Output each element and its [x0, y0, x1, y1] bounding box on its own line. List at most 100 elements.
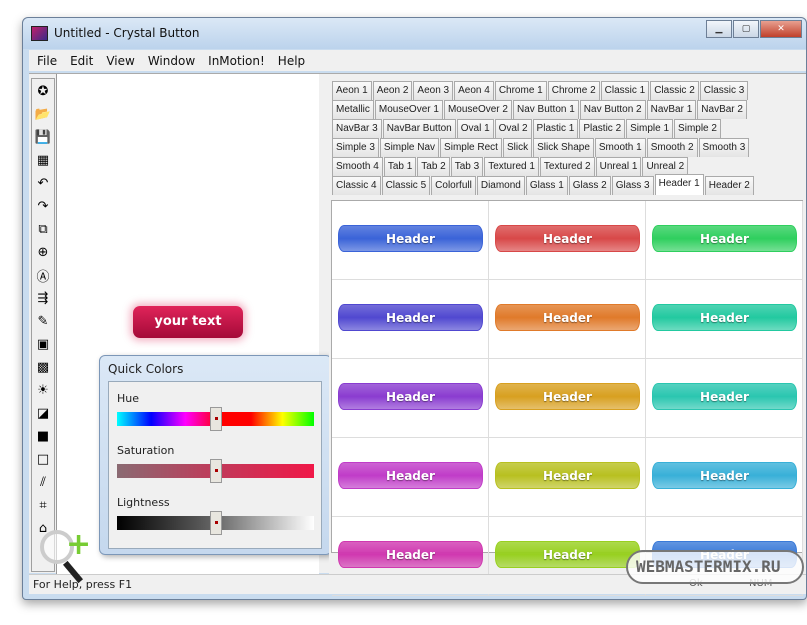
- hue-slider[interactable]: [117, 407, 314, 431]
- tab-tab-1[interactable]: Tab 1: [383, 157, 417, 176]
- preset-cell[interactable]: Header: [646, 359, 803, 438]
- preset-cell[interactable]: Header: [646, 438, 803, 517]
- preset-cell[interactable]: Header: [489, 359, 646, 438]
- eraser-icon[interactable]: ◪: [33, 403, 53, 423]
- tab-oval-1[interactable]: Oval 1: [456, 119, 494, 138]
- tab-colorfull[interactable]: Colorfull: [431, 176, 476, 195]
- tab-slick-shape[interactable]: Slick Shape: [533, 138, 594, 157]
- tab-classic-2[interactable]: Classic 2: [650, 81, 699, 100]
- tab-slick[interactable]: Slick: [502, 138, 533, 157]
- preset-cell[interactable]: Header: [646, 280, 803, 359]
- open-icon[interactable]: 📂: [33, 104, 53, 124]
- image-icon[interactable]: ▣: [33, 334, 53, 354]
- tab-aeon-2[interactable]: Aeon 2: [372, 81, 413, 100]
- hue-slider-thumb[interactable]: [209, 407, 222, 431]
- tab-diamond[interactable]: Diamond: [476, 176, 525, 195]
- tab-classic-3[interactable]: Classic 3: [699, 81, 749, 100]
- menu-inmotion[interactable]: InMotion!: [208, 54, 265, 68]
- new-icon[interactable]: ✪: [33, 81, 53, 101]
- tab-nav-button-2[interactable]: Nav Button 2: [579, 100, 646, 119]
- tab-classic-5[interactable]: Classic 5: [381, 176, 431, 195]
- tab-metallic[interactable]: Metallic: [332, 100, 374, 119]
- shape-icon[interactable]: ■: [33, 426, 53, 446]
- tab-textured-1[interactable]: Textured 1: [484, 157, 539, 176]
- redo-icon[interactable]: ↷: [33, 196, 53, 216]
- tab-simple-3[interactable]: Simple 3: [332, 138, 379, 157]
- header-preset-button[interactable]: Header: [652, 383, 797, 410]
- header-preset-button[interactable]: Header: [652, 225, 797, 252]
- tab-aeon-1[interactable]: Aeon 1: [332, 81, 372, 100]
- tab-nav-button-1[interactable]: Nav Button 1: [512, 100, 579, 119]
- preset-cell[interactable]: Header: [332, 201, 489, 280]
- tab-unreal-1[interactable]: Unreal 1: [595, 157, 642, 176]
- header-preset-button[interactable]: Header: [495, 462, 640, 489]
- texture-icon[interactable]: ▩: [33, 357, 53, 377]
- tab-tab-2[interactable]: Tab 2: [417, 157, 450, 176]
- tab-plastic-2[interactable]: Plastic 2: [579, 119, 626, 138]
- undo-icon[interactable]: ↶: [33, 173, 53, 193]
- tab-navbar-3[interactable]: NavBar 3: [332, 119, 382, 138]
- header-preset-button[interactable]: Header: [338, 225, 483, 252]
- tab-classic-4[interactable]: Classic 4: [332, 176, 381, 195]
- tab-simple-nav[interactable]: Simple Nav: [379, 138, 440, 157]
- close-button[interactable]: ✕: [760, 20, 802, 38]
- tab-mouseover-2[interactable]: MouseOver 2: [443, 100, 512, 119]
- tab-mouseover-1[interactable]: MouseOver 1: [374, 100, 443, 119]
- saturation-slider-thumb[interactable]: [209, 459, 222, 483]
- tab-simple-rect[interactable]: Simple Rect: [440, 138, 502, 157]
- preview-button[interactable]: your text: [133, 306, 243, 338]
- header-preset-button[interactable]: Header: [338, 304, 483, 331]
- pencil-icon[interactable]: ✎: [33, 311, 53, 331]
- tab-navbar-2[interactable]: NavBar 2: [697, 100, 747, 119]
- preset-cell[interactable]: Header: [489, 280, 646, 359]
- menu-view[interactable]: View: [106, 54, 134, 68]
- preview-icon[interactable]: ⇶: [33, 288, 53, 308]
- crop-icon[interactable]: ⌗: [33, 495, 53, 515]
- tab-smooth-3[interactable]: Smooth 3: [698, 138, 750, 157]
- preset-cell[interactable]: Header: [332, 438, 489, 517]
- tab-simple-2[interactable]: Simple 2: [674, 119, 721, 138]
- preset-cell[interactable]: Header: [489, 438, 646, 517]
- tab-header-1[interactable]: Header 1: [654, 174, 704, 195]
- menu-help[interactable]: Help: [278, 54, 305, 68]
- header-preset-button[interactable]: Header: [338, 462, 483, 489]
- saturation-slider[interactable]: [117, 459, 314, 483]
- tab-header-2[interactable]: Header 2: [704, 176, 754, 195]
- maximize-button[interactable]: ▢: [733, 20, 759, 38]
- light-icon[interactable]: ☀: [33, 380, 53, 400]
- minimize-button[interactable]: ▁: [706, 20, 732, 38]
- tab-tab-3[interactable]: Tab 3: [450, 157, 484, 176]
- preset-cell[interactable]: Header: [332, 359, 489, 438]
- tab-navbar-1[interactable]: NavBar 1: [646, 100, 697, 119]
- export-icon[interactable]: ▦: [33, 150, 53, 170]
- chart-icon[interactable]: ⫽: [33, 472, 53, 492]
- header-preset-button[interactable]: Header: [495, 304, 640, 331]
- save-icon[interactable]: 💾: [33, 127, 53, 147]
- preset-cell[interactable]: Header: [332, 280, 489, 359]
- tab-chrome-2[interactable]: Chrome 2: [547, 81, 600, 100]
- header-preset-button[interactable]: Header: [338, 383, 483, 410]
- tab-textured-2[interactable]: Textured 2: [539, 157, 595, 176]
- tab-aeon-3[interactable]: Aeon 3: [413, 81, 454, 100]
- tab-glass-1[interactable]: Glass 1: [525, 176, 568, 195]
- tab-glass-3[interactable]: Glass 3: [611, 176, 654, 195]
- canvas[interactable]: your text Quick Colors Hue Saturation Li…: [56, 74, 332, 574]
- header-preset-button[interactable]: Header: [652, 462, 797, 489]
- header-preset-button[interactable]: Header: [652, 304, 797, 331]
- tab-aeon-4[interactable]: Aeon 4: [454, 81, 494, 100]
- copy-icon[interactable]: ⧉: [33, 219, 53, 239]
- header-preset-button[interactable]: Header: [495, 383, 640, 410]
- preset-cell[interactable]: Header: [489, 201, 646, 280]
- zoom-fit-icon[interactable]: Ⓐ: [33, 265, 53, 285]
- lightness-slider-thumb[interactable]: [209, 511, 222, 535]
- menu-edit[interactable]: Edit: [70, 54, 93, 68]
- tab-glass-2[interactable]: Glass 2: [568, 176, 611, 195]
- header-preset-button[interactable]: Header: [495, 541, 640, 568]
- tab-simple-1[interactable]: Simple 1: [626, 119, 674, 138]
- tab-smooth-2[interactable]: Smooth 2: [646, 138, 698, 157]
- rectangle-icon[interactable]: □: [33, 449, 53, 469]
- header-preset-button[interactable]: Header: [495, 225, 640, 252]
- zoom-in-icon[interactable]: ⊕: [33, 242, 53, 262]
- header-preset-button[interactable]: Header: [338, 541, 483, 568]
- tab-navbar-button[interactable]: NavBar Button: [382, 119, 456, 138]
